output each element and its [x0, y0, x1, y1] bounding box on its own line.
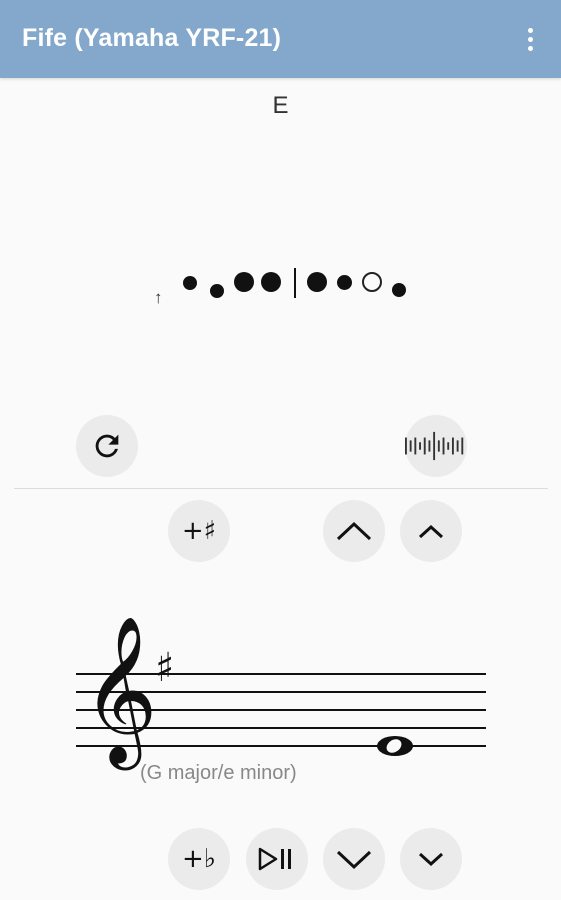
app-title: Fife (Yamaha YRF-21)	[22, 24, 282, 52]
key-signature-sharp: ♯	[155, 645, 175, 691]
hole-4	[307, 272, 327, 292]
overflow-menu-icon[interactable]	[516, 24, 544, 54]
hole-7	[392, 283, 406, 297]
play-pause-button[interactable]	[246, 828, 308, 890]
chevron-down-small-icon	[418, 852, 444, 867]
note-name: E	[272, 92, 289, 119]
add-flat-label: +♭	[181, 844, 217, 874]
octave-up-button[interactable]	[323, 500, 385, 562]
semitone-up-button[interactable]	[400, 500, 462, 562]
octave-down-button[interactable]	[323, 828, 385, 890]
hole-1	[210, 284, 224, 298]
hole-5	[337, 275, 352, 290]
play-pause-icon	[258, 847, 291, 871]
tuner-icon	[405, 431, 464, 461]
chevron-up-icon	[336, 521, 372, 541]
tuner-button[interactable]	[405, 415, 467, 477]
hole-3	[261, 272, 281, 292]
treble-clef-icon: 𝄞	[82, 615, 158, 764]
section-divider	[14, 488, 548, 489]
add-flat-button[interactable]: +♭	[168, 828, 230, 890]
refresh-icon	[95, 434, 119, 458]
hole-6-open	[362, 272, 382, 292]
add-sharp-button[interactable]: +♯	[168, 500, 230, 562]
whole-note-icon	[377, 736, 413, 756]
chevron-down-icon	[336, 850, 372, 870]
semitone-down-button[interactable]	[400, 828, 462, 890]
hand-separator	[294, 268, 296, 298]
hole-thumb	[183, 276, 197, 290]
key-signature-label: (G major/e minor)	[140, 762, 297, 784]
arrow-up-icon: ↑	[154, 288, 163, 307]
reset-button[interactable]	[76, 415, 138, 477]
hole-2	[234, 272, 254, 292]
app-bar: Fife (Yamaha YRF-21)	[0, 0, 561, 78]
add-sharp-label: +♯	[181, 516, 217, 546]
chevron-up-small-icon	[418, 524, 444, 539]
